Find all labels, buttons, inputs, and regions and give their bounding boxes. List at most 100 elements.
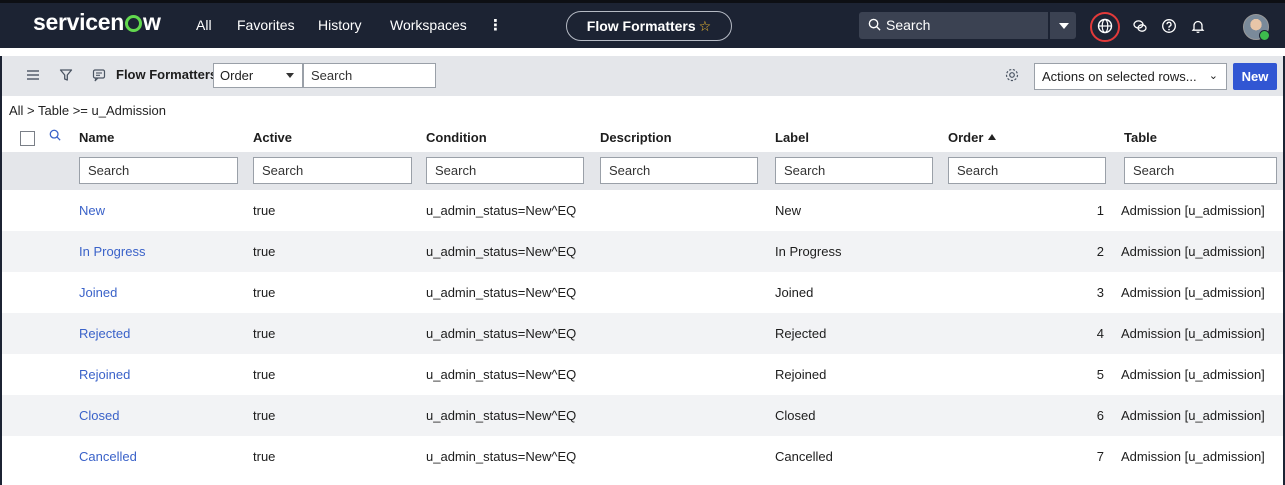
table-row: New true u_admin_status=New^EQ New 1 Adm… (0, 190, 1285, 231)
row-active: true (253, 285, 276, 300)
filter-active-input[interactable] (253, 157, 412, 184)
column-header-name[interactable]: Name (79, 130, 114, 145)
column-filter-row (0, 152, 1285, 190)
table-row: Joined true u_admin_status=New^EQ Joined… (0, 272, 1285, 313)
global-search-placeholder: Search (886, 17, 931, 33)
search-scope-dropdown[interactable] (1050, 12, 1076, 39)
search-field-select[interactable]: Order (213, 63, 303, 88)
row-table: Admission [u_admission] (1121, 203, 1265, 218)
table-header: Name Active Condition Description Label … (0, 122, 1285, 152)
filter-label-input[interactable] (775, 157, 933, 184)
table-row: Cancelled true u_admin_status=New^EQ Can… (0, 436, 1285, 477)
sort-ascending-icon (988, 134, 997, 140)
column-header-label[interactable]: Label (775, 130, 809, 145)
column-header-order-label: Order (948, 130, 984, 145)
chevron-down-icon: ⌄ (1208, 70, 1218, 82)
servicenow-logo[interactable]: servicen w (33, 9, 161, 36)
nav-all[interactable]: All (196, 17, 212, 33)
row-label: New (775, 203, 802, 218)
list-context-icon[interactable] (89, 65, 109, 85)
search-field-value: Order (220, 68, 254, 83)
row-table: Admission [u_admission] (1121, 367, 1265, 382)
top-nav: servicen w All Favorites History Workspac… (0, 0, 1285, 48)
row-table: Admission [u_admission] (1121, 449, 1265, 464)
row-name-link[interactable]: In Progress (79, 244, 145, 259)
filter-description-input[interactable] (600, 157, 758, 184)
row-condition: u_admin_status=New^EQ (426, 285, 577, 300)
column-header-description[interactable]: Description (600, 130, 672, 145)
row-order: 3 (1096, 285, 1104, 300)
row-active: true (253, 326, 276, 341)
nav-workspaces[interactable]: Workspaces (390, 17, 467, 33)
filter-name-input[interactable] (79, 157, 238, 184)
row-order: 2 (1096, 244, 1104, 259)
row-label: Rejoined (775, 367, 827, 382)
new-button[interactable]: New (1233, 63, 1277, 90)
filter-table-input[interactable] (1124, 157, 1277, 184)
row-order: 7 (1096, 449, 1104, 464)
row-label: In Progress (775, 244, 842, 259)
nav-more-icon[interactable]: ⋮ (488, 16, 503, 34)
bell-icon[interactable] (1186, 14, 1210, 38)
filter-icon[interactable] (56, 65, 76, 85)
row-name-link[interactable]: New (79, 203, 105, 218)
row-order: 6 (1096, 408, 1104, 423)
filter-order-input[interactable] (948, 157, 1106, 184)
row-name-link[interactable]: Cancelled (79, 449, 137, 464)
row-order: 4 (1096, 326, 1104, 341)
row-label: Joined (775, 285, 814, 300)
global-search[interactable]: Search (859, 12, 1048, 39)
current-page-title: Flow Formatters (586, 18, 696, 34)
row-active: true (253, 367, 276, 382)
row-condition: u_admin_status=New^EQ (426, 244, 577, 259)
select-all-checkbox[interactable] (20, 131, 35, 146)
row-name-link[interactable]: Rejected (79, 326, 130, 341)
row-label: Rejected (775, 326, 827, 341)
list-settings-icon[interactable] (1002, 65, 1022, 85)
breadcrumb[interactable]: All > Table >= u_Admission (9, 103, 166, 118)
row-active: true (253, 203, 276, 218)
actions-select-value: Actions on selected rows... (1042, 69, 1197, 84)
table-row: Closed true u_admin_status=New^EQ Closed… (0, 395, 1285, 436)
row-active: true (253, 408, 276, 423)
column-header-active[interactable]: Active (253, 130, 292, 145)
list-search-input[interactable] (303, 63, 436, 88)
globe-icon[interactable] (1093, 14, 1117, 38)
search-icon (868, 18, 881, 31)
help-icon[interactable] (1157, 14, 1181, 38)
filter-condition-input[interactable] (426, 157, 584, 184)
nav-history[interactable]: History (318, 17, 362, 33)
hamburger-menu-icon[interactable] (23, 65, 43, 85)
actions-select[interactable]: Actions on selected rows... ⌄ (1034, 63, 1227, 90)
row-name-link[interactable]: Joined (79, 285, 117, 300)
logo-o-mark (124, 15, 142, 32)
avatar[interactable] (1243, 14, 1270, 41)
chat-icon[interactable] (1128, 14, 1152, 38)
row-label: Closed (775, 408, 816, 423)
row-condition: u_admin_status=New^EQ (426, 367, 577, 382)
row-condition: u_admin_status=New^EQ (426, 408, 577, 423)
column-header-order[interactable]: Order (948, 130, 997, 145)
row-name-link[interactable]: Closed (79, 408, 119, 423)
row-table: Admission [u_admission] (1121, 326, 1265, 341)
row-active: true (253, 449, 276, 464)
chevron-down-icon (286, 73, 294, 78)
nav-favorites[interactable]: Favorites (237, 17, 295, 33)
row-order: 1 (1096, 203, 1104, 218)
column-header-table[interactable]: Table (1124, 130, 1157, 145)
row-table: Admission [u_admission] (1121, 244, 1265, 259)
current-page-pill[interactable]: Flow Formatters ☆ (566, 11, 732, 41)
row-condition: u_admin_status=New^EQ (426, 449, 577, 464)
favorite-star-icon[interactable]: ☆ (699, 18, 712, 34)
row-table: Admission [u_admission] (1121, 408, 1265, 423)
list-toolbar: Flow Formatters Order Actions on selecte… (0, 56, 1285, 96)
row-order: 5 (1096, 367, 1104, 382)
row-name-link[interactable]: Rejoined (79, 367, 130, 382)
row-condition: u_admin_status=New^EQ (426, 326, 577, 341)
column-header-condition[interactable]: Condition (426, 130, 487, 145)
column-search-icon[interactable] (46, 126, 64, 144)
row-table: Admission [u_admission] (1121, 285, 1265, 300)
row-condition: u_admin_status=New^EQ (426, 203, 577, 218)
table-row: Rejected true u_admin_status=New^EQ Reje… (0, 313, 1285, 354)
table-row: Rejoined true u_admin_status=New^EQ Rejo… (0, 354, 1285, 395)
